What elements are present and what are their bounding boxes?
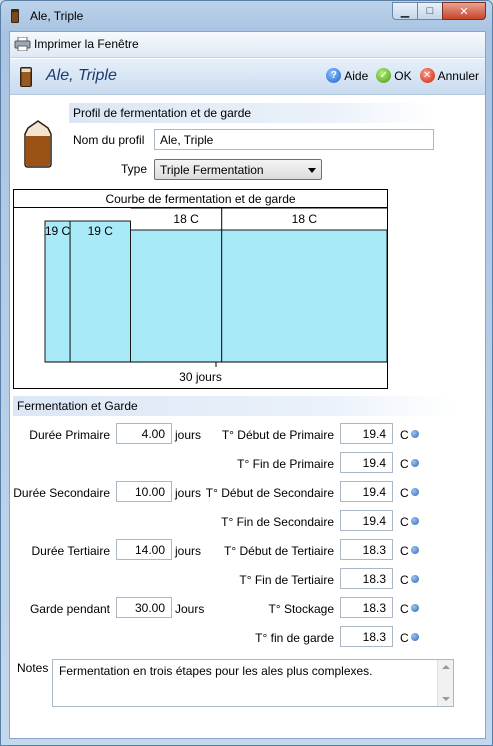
type-select[interactable]: Triple Fermentation bbox=[154, 159, 322, 180]
type-select-value: Triple Fermentation bbox=[160, 163, 264, 177]
chart-segment-area bbox=[44, 220, 71, 363]
temperature-unit: C bbox=[400, 573, 409, 587]
duration-label: Durée Primaire bbox=[29, 428, 110, 442]
print-window-label: Imprimer la Fenêtre bbox=[34, 37, 139, 51]
help-label: Aide bbox=[344, 68, 369, 83]
temperature-field[interactable]: 19.4 bbox=[340, 481, 393, 502]
help-icon: ? bbox=[326, 68, 342, 83]
temperature-info-icon[interactable] bbox=[411, 430, 419, 438]
temperature-field[interactable]: 18.3 bbox=[340, 539, 393, 560]
profile-name-field[interactable]: Ale, Triple bbox=[154, 129, 434, 150]
temperature-field[interactable]: 19.4 bbox=[340, 510, 393, 531]
temperature-unit: C bbox=[400, 515, 409, 529]
page-title: Ale, Triple bbox=[46, 67, 117, 84]
temperature-info-icon[interactable] bbox=[411, 604, 419, 612]
notes-text: Fermentation en trois étapes pour les al… bbox=[59, 664, 373, 678]
temperature-field[interactable]: 18.3 bbox=[340, 568, 393, 589]
close-button[interactable]: ✕ bbox=[442, 2, 486, 20]
temperature-info-icon[interactable] bbox=[411, 546, 419, 554]
cancel-label: Annuler bbox=[437, 68, 479, 83]
duration-field[interactable]: 10.00 bbox=[116, 481, 172, 502]
chart-data-label: 18 C bbox=[292, 212, 318, 226]
duration-label: Durée Secondaire bbox=[13, 486, 110, 500]
temperature-label: T° Fin de Tertiaire bbox=[239, 573, 334, 587]
scroll-down-icon[interactable] bbox=[442, 697, 450, 701]
chart-data-label: 19 C bbox=[88, 224, 114, 238]
chart-plot: 19 C 19 C 18 C 18 C bbox=[44, 208, 387, 367]
fermentation-chart: Courbe de fermentation et de garde 19 C1… bbox=[13, 189, 388, 389]
profile-name-label: Nom du profil bbox=[73, 133, 145, 147]
chevron-down-icon bbox=[308, 168, 316, 173]
temperature-unit: C bbox=[400, 602, 409, 616]
maximize-button[interactable]: □ bbox=[417, 2, 443, 20]
printer-icon bbox=[14, 37, 31, 51]
temperature-label: T° Fin de Secondaire bbox=[221, 515, 334, 529]
temperature-info-icon[interactable] bbox=[411, 633, 419, 641]
chart-data-label: 18 C bbox=[173, 212, 199, 226]
temperature-unit: C bbox=[400, 631, 409, 645]
notes-textarea[interactable]: Fermentation en trois étapes pour les al… bbox=[52, 659, 454, 707]
ok-button[interactable]: ✓ OK bbox=[376, 68, 412, 83]
duration-label: Durée Tertiaire bbox=[31, 544, 110, 558]
temperature-label: T° Début de Secondaire bbox=[205, 486, 334, 500]
temperature-label: T° Début de Tertiaire bbox=[224, 544, 334, 558]
temperature-unit: C bbox=[400, 428, 409, 442]
temperature-unit: C bbox=[400, 457, 409, 471]
print-window-button[interactable]: Imprimer la Fenêtre bbox=[14, 37, 139, 51]
chart-segment-area bbox=[130, 229, 223, 363]
app-window: Ale, Triple ▁ □ ✕ Imprimer la Fenêtre Al… bbox=[0, 0, 493, 746]
notes-scrollbar[interactable] bbox=[437, 660, 453, 706]
temperature-label: T° Stockage bbox=[268, 602, 335, 616]
temperature-info-icon[interactable] bbox=[411, 459, 419, 467]
temperature-field[interactable]: 19.4 bbox=[340, 423, 393, 444]
temperature-field[interactable]: 18.3 bbox=[340, 626, 393, 647]
temperature-label: T° Début de Primaire bbox=[221, 428, 334, 442]
duration-field[interactable]: 14.00 bbox=[116, 539, 172, 560]
scroll-up-icon[interactable] bbox=[442, 665, 450, 669]
type-label: Type bbox=[121, 162, 148, 176]
cancel-button[interactable]: ✕ Annuler bbox=[419, 68, 479, 83]
temperature-info-icon[interactable] bbox=[411, 488, 419, 496]
temperature-info-icon[interactable] bbox=[411, 575, 419, 583]
minimize-button[interactable]: ▁ bbox=[392, 2, 418, 20]
temperature-unit: C bbox=[400, 544, 409, 558]
temperature-label: T° fin de garde bbox=[255, 631, 334, 645]
fermenter-icon bbox=[24, 120, 52, 168]
checkmark-icon: ✓ bbox=[376, 68, 392, 83]
ok-label: OK bbox=[394, 68, 412, 83]
header-band: Ale, Triple ? Aide ✓ OK ✕ Annuler bbox=[10, 59, 485, 95]
profile-section-header: Profil de fermentation et de garde bbox=[69, 103, 434, 123]
duration-label: Garde pendant bbox=[29, 602, 110, 616]
fermentation-section-header: Fermentation et Garde bbox=[13, 396, 454, 416]
title-bar[interactable]: Ale, Triple ▁ □ ✕ bbox=[1, 1, 492, 31]
chart-data-label: 19 C bbox=[45, 224, 71, 238]
temperature-unit: C bbox=[400, 486, 409, 500]
temperature-field[interactable]: 18.3 bbox=[340, 597, 393, 618]
beer-glass-icon bbox=[20, 67, 32, 87]
chart-segment-area bbox=[69, 220, 131, 363]
print-toolbar: Imprimer la Fenêtre bbox=[10, 32, 485, 58]
notes-label: Notes bbox=[17, 661, 49, 675]
help-button[interactable]: ? Aide bbox=[326, 68, 368, 83]
temperature-field[interactable]: 19.4 bbox=[340, 452, 393, 473]
chart-x-label: 30 jours bbox=[179, 370, 222, 384]
duration-field[interactable]: 4.00 bbox=[116, 423, 172, 444]
beer-glass-icon bbox=[11, 9, 19, 23]
temperature-info-icon[interactable] bbox=[411, 517, 419, 525]
duration-field[interactable]: 30.00 bbox=[116, 597, 172, 618]
temperature-label: T° Fin de Primaire bbox=[237, 457, 334, 471]
cancel-icon: ✕ bbox=[419, 68, 435, 83]
chart-title: Courbe de fermentation et de garde bbox=[14, 190, 387, 208]
window-title: Ale, Triple bbox=[30, 9, 84, 23]
window-client: Imprimer la Fenêtre Ale, Triple ? Aide ✓… bbox=[9, 31, 486, 739]
chart-segment-area bbox=[221, 229, 387, 363]
